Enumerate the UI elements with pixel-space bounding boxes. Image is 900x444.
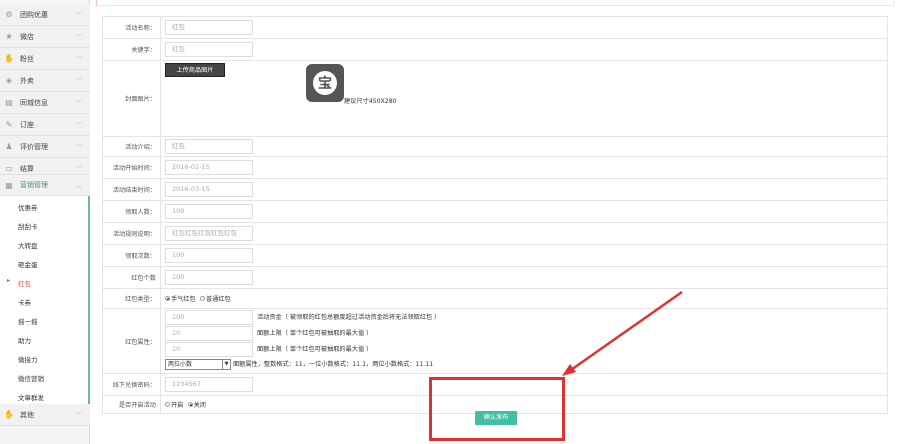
sidebar: ⚙ 团购优惠 ﹀ ★ 微店 ﹀ ✋ 粉丝 ﹀ ◈ 外卖 ﹀ ▤ 同城信息 ﹀ ✎…: [0, 0, 90, 444]
other-icon: ✋: [4, 410, 14, 419]
marketing-submenu: 优惠券 刮刮卡 大转盘 砸金蛋 红包 卡券 摇一摇 助力 微接力 微信营销 文章…: [0, 196, 90, 404]
sidebar-item-takeout[interactable]: ◈ 外卖 ﹀: [0, 70, 90, 92]
sidebar-item-other[interactable]: ✋ 其他 ﹀: [0, 404, 90, 426]
sidebar-item-fans[interactable]: ✋ 粉丝 ﹀: [0, 48, 90, 70]
sidebar-item-booking[interactable]: ✎ 订座 ﹀: [0, 114, 90, 136]
annotation-arrow-icon: [562, 290, 683, 376]
fan-icon: ✋: [4, 54, 14, 63]
chevron-down-icon: ﹀: [76, 166, 83, 173]
chevron-up-icon: ︿: [76, 182, 83, 190]
booking-icon: ✎: [5, 120, 13, 129]
marketing-icon: ▦: [5, 180, 13, 190]
sub-item-wechat-marketing[interactable]: 微信营销: [18, 373, 44, 383]
sidebar-item-review[interactable]: ♟ 评价管理 ﹀: [0, 136, 90, 158]
sub-item-wheel[interactable]: 大转盘: [18, 240, 38, 250]
sub-item-red-packet[interactable]: 红包: [18, 278, 31, 288]
app-root: ⚙ 团购优惠 ﹀ ★ 微店 ﹀ ✋ 粉丝 ﹀ ◈ 外卖 ﹀ ▤ 同城信息 ﹀ ✎…: [0, 0, 900, 444]
sub-item-relay[interactable]: 微接力: [18, 354, 38, 364]
main-content: 活动名称： 红包 关键字： 红包 封面图片： 上传商品图片 活动介绍： 红包 活…: [96, 0, 894, 444]
chevron-down-icon: ﹀: [76, 12, 83, 19]
chevron-down-icon: ﹀: [76, 144, 83, 151]
sub-item-scratch-card[interactable]: 刮刮卡: [18, 221, 38, 231]
chevron-down-icon: ﹀: [76, 56, 83, 63]
sidebar-item-shop[interactable]: ★ 微店 ﹀: [0, 26, 90, 48]
arrow-shaft: [567, 290, 683, 374]
chevron-down-icon: ﹀: [76, 100, 83, 107]
settlement-icon: ▭: [5, 164, 13, 173]
city-info-icon: ▤: [5, 98, 13, 107]
sub-item-coupon[interactable]: 优惠券: [18, 202, 38, 212]
chevron-down-icon: ﹀: [76, 122, 83, 129]
group-buy-icon: ⚙: [5, 10, 13, 19]
sub-item-article-broadcast[interactable]: 文章群发: [18, 392, 44, 402]
sub-item-golden-egg[interactable]: 砸金蛋: [18, 259, 38, 269]
chevron-down-icon: ﹀: [76, 412, 83, 419]
current-marker-icon: ▸: [7, 277, 11, 284]
star-icon: ★: [5, 32, 13, 41]
sub-item-help[interactable]: 助力: [18, 335, 31, 345]
sidebar-item-city-info[interactable]: ▤ 同城信息 ﹀: [0, 92, 90, 114]
arrow-head: [562, 364, 576, 376]
takeout-icon: ◈: [5, 76, 13, 85]
sidebar-item-marketing[interactable]: ▦ 营销管理 ︿: [0, 174, 90, 196]
sub-item-shake[interactable]: 摇一摇: [18, 316, 38, 326]
sub-item-card[interactable]: 卡券: [18, 297, 31, 307]
chevron-down-icon: ﹀: [76, 78, 83, 85]
sidebar-item-group-buy[interactable]: ⚙ 团购优惠 ﹀: [0, 4, 90, 26]
review-icon: ♟: [5, 142, 13, 151]
chevron-down-icon: ﹀: [76, 34, 83, 41]
